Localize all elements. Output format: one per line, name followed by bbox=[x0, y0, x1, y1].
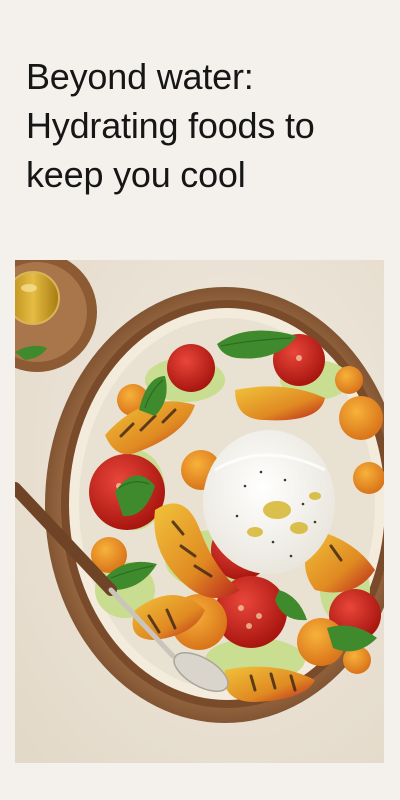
burrata bbox=[203, 430, 335, 574]
salad-bowl-illustration bbox=[15, 260, 384, 763]
hero-image bbox=[15, 260, 384, 763]
article-title: Beyond water: Hydrating foods to keep yo… bbox=[26, 56, 315, 195]
article-page: Beyond water: Hydrating foods to keep yo… bbox=[0, 0, 400, 800]
